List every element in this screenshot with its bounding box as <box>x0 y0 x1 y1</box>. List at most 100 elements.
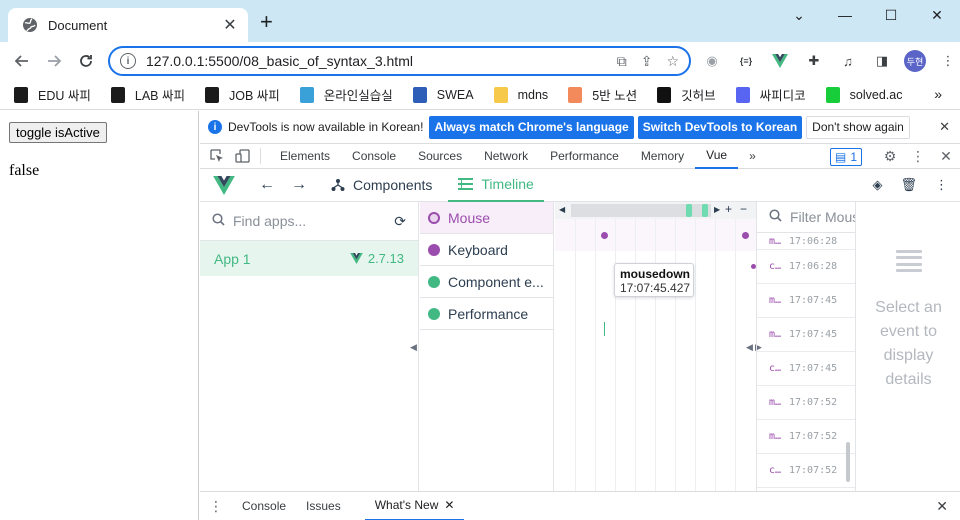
back-button[interactable] <box>6 45 38 77</box>
scroll-left-icon[interactable]: ◀ <box>559 205 565 214</box>
find-apps-input[interactable]: Find apps... <box>233 213 394 229</box>
event-list-item[interactable]: m… 17:07:45 <box>757 318 855 352</box>
timeline-layer[interactable]: Mouse <box>420 202 553 234</box>
apps-search[interactable]: Find apps... ⟳ <box>200 202 418 241</box>
bookmark-item[interactable]: JOB 싸피 <box>204 85 280 104</box>
devtools-tab-performance[interactable]: Performance <box>539 144 630 169</box>
address-bar[interactable]: i 127.0.0.1:5500/08_basic_of_syntax_3.ht… <box>108 46 691 76</box>
bookmark-item[interactable]: 온라인실습실 <box>299 85 393 104</box>
settings-gear-icon[interactable]: ⚙ <box>876 148 904 165</box>
event-list-item[interactable]: m… 17:07:52 <box>757 420 855 454</box>
zoom-out-button[interactable]: − <box>740 202 747 216</box>
timeline-layer[interactable]: Keyboard <box>420 234 553 266</box>
maximize-button[interactable]: ☐ <box>868 0 914 30</box>
puzzle-extensions-icon[interactable]: ✚ <box>802 50 826 72</box>
vue-devtools-extension-icon[interactable] <box>768 50 792 72</box>
refresh-icon[interactable]: ⟳ <box>394 213 406 230</box>
bookmark-item[interactable]: solved.ac <box>825 86 902 103</box>
forward-button[interactable] <box>38 45 70 77</box>
dont-show-again-button[interactable]: Don't show again <box>806 115 910 139</box>
timeline-layer[interactable]: Performance <box>420 298 553 330</box>
range-handle-start[interactable] <box>686 204 692 217</box>
media-control-icon[interactable]: ♫ <box>836 50 860 72</box>
app-list-item[interactable]: App 1 2.7.13 <box>200 241 418 276</box>
toggle-isactive-button[interactable]: toggle isActive <box>9 122 107 143</box>
close-drawer-icon[interactable]: ✕ <box>936 498 948 515</box>
event-list-item[interactable]: c… 17:07:52 <box>757 454 855 488</box>
devtools-tab-elements[interactable]: Elements <box>269 144 341 169</box>
json-extension-icon[interactable]: {≡} <box>734 50 758 72</box>
event-list-item[interactable]: c… 17:06:28 <box>757 250 855 284</box>
clear-trash-icon[interactable]: 🗑︎ <box>900 177 917 193</box>
devtools-tab-sources[interactable]: Sources <box>407 144 473 169</box>
vue-menu-icon[interactable]: ⋮ <box>935 177 948 193</box>
tab-components[interactable]: Components <box>321 169 442 202</box>
new-tab-button[interactable]: + <box>260 11 273 33</box>
tab-search-icon[interactable]: ⌄ <box>776 0 822 30</box>
messages-badge[interactable]: ▤ 1 <box>829 147 862 166</box>
devtools-tab-network[interactable]: Network <box>473 144 539 169</box>
collapse-left-icon[interactable]: ◀ <box>410 342 417 353</box>
browser-tab-document[interactable]: Document ✕ <box>8 8 248 42</box>
tab-timeline[interactable]: Timeline <box>448 169 544 202</box>
bookmark-item[interactable]: 5반 노션 <box>568 85 637 104</box>
bookmark-item[interactable]: 깃허브 <box>657 85 716 104</box>
arrow-right-icon[interactable]: → <box>283 176 315 194</box>
arrow-left-icon[interactable]: ← <box>251 176 283 194</box>
timeline-layer[interactable]: Component e... <box>420 266 553 298</box>
timeline-event-mouse[interactable] <box>601 232 608 239</box>
range-handle-end[interactable] <box>702 204 708 217</box>
extension-icon-1[interactable]: ◉ <box>700 50 724 72</box>
timeline-canvas[interactable]: ◀ ▶ + − mousedown 17:07:45.427 <box>555 202 756 491</box>
bookmark-item[interactable]: 싸피디코 <box>735 85 806 104</box>
bookmarks-overflow-button[interactable]: » <box>934 86 942 102</box>
timeline-scrubber[interactable]: ◀ ▶ + − <box>555 202 756 219</box>
event-list-scrollbar[interactable] <box>846 442 850 482</box>
bookmark-item[interactable]: EDU 싸피 <box>14 85 91 104</box>
site-info-icon[interactable]: i <box>120 53 136 69</box>
side-panel-icon[interactable]: ◨ <box>870 50 894 72</box>
profile-avatar[interactable]: 두현 <box>904 50 926 72</box>
scroll-right-icon[interactable]: ▶ <box>714 205 720 214</box>
always-match-language-button[interactable]: Always match Chrome's language <box>429 115 634 139</box>
devtools-menu-icon[interactable]: ⋮ <box>904 148 932 165</box>
drawer-tab-console[interactable]: Console <box>232 492 296 520</box>
bookmark-item[interactable]: mdns <box>493 86 548 103</box>
inspect-element-icon[interactable] <box>208 149 226 163</box>
close-devtools-icon[interactable]: ✕ <box>932 148 960 165</box>
filter-events-input[interactable]: Filter Mouse <box>790 209 855 225</box>
bookmark-star-icon[interactable]: ☆ <box>666 53 679 70</box>
close-tab-icon[interactable]: ✕ <box>444 498 454 512</box>
bookmark-item[interactable]: SWEA <box>412 86 474 103</box>
timeline-event-performance[interactable] <box>604 322 605 336</box>
event-list-item[interactable]: m… 17:07:52 <box>757 386 855 420</box>
translate-icon[interactable]: ⧉ <box>617 53 627 70</box>
event-list-item[interactable]: m… 17:06:28 <box>757 233 855 250</box>
drawer-tab-issues[interactable]: Issues <box>296 492 351 520</box>
devtools-tab-console[interactable]: Console <box>341 144 407 169</box>
drawer-tab-whats-new[interactable]: What's New ✕ <box>364 492 465 520</box>
zoom-in-button[interactable]: + <box>725 202 732 216</box>
switch-to-korean-button[interactable]: Switch DevTools to Korean <box>637 115 803 139</box>
devtools-tab-vue[interactable]: Vue <box>695 144 739 169</box>
infobar-close-icon[interactable]: ✕ <box>939 119 950 135</box>
tab-close-icon[interactable]: ✕ <box>222 15 238 35</box>
reload-button[interactable] <box>70 45 102 77</box>
timeline-event-mouse[interactable] <box>742 232 749 239</box>
devtools-tab-memory[interactable]: Memory <box>630 144 695 169</box>
minimize-button[interactable]: — <box>822 0 868 30</box>
chrome-menu-icon[interactable]: ⋮ <box>936 50 960 72</box>
share-icon[interactable]: ⇪ <box>641 53 653 70</box>
bookmark-item[interactable]: LAB 싸피 <box>110 85 185 104</box>
close-window-button[interactable]: ✕ <box>914 0 960 30</box>
drawer-menu-icon[interactable]: ⋮ <box>200 498 232 515</box>
more-tabs-button[interactable]: » <box>738 144 767 169</box>
device-toolbar-icon[interactable] <box>234 149 252 163</box>
event-list-item[interactable]: c… 17:07:45 <box>757 352 855 386</box>
event-time: 17:07:45 <box>789 363 838 374</box>
layers-icon[interactable]: ◈ <box>872 177 882 193</box>
filter-events[interactable]: Filter Mouse <box>757 202 855 233</box>
app-name: App 1 <box>214 250 251 267</box>
event-list-item[interactable]: m… 17:07:45 <box>757 284 855 318</box>
address-bar-url[interactable]: 127.0.0.1:5500/08_basic_of_syntax_3.html <box>146 53 617 69</box>
